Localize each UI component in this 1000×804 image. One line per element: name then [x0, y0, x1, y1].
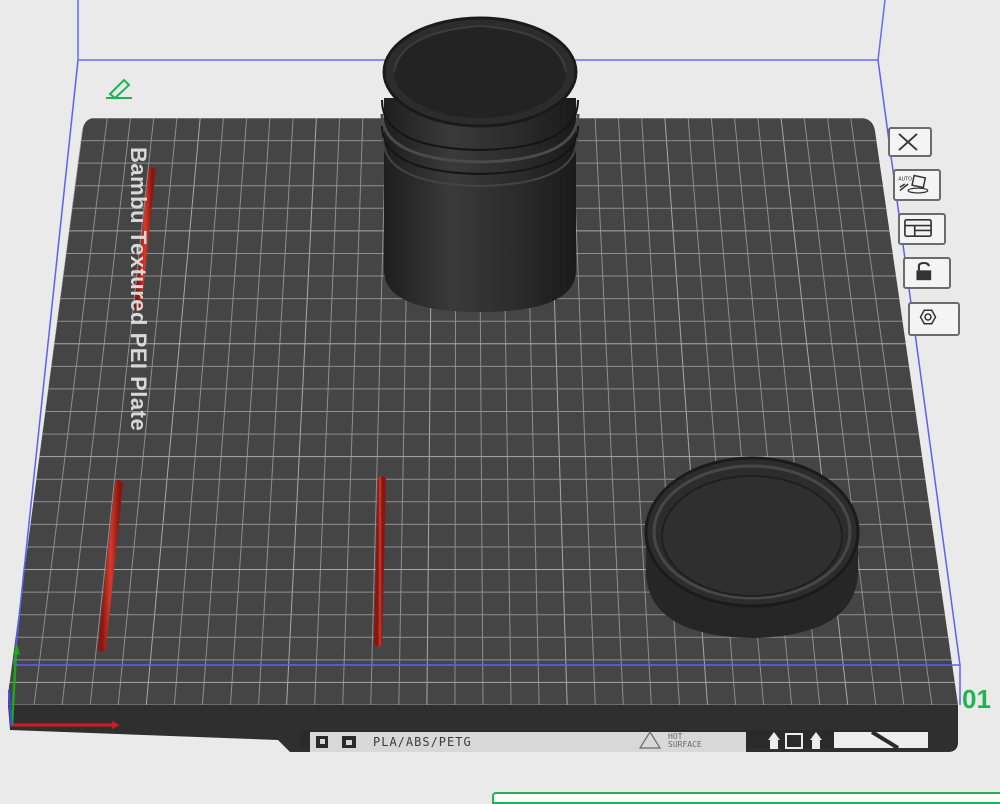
filament-type-text: PLA/ABS/PETG [373, 735, 472, 749]
auto-orient-icon: AUTO [898, 174, 929, 194]
edit-plate-name-icon[interactable] [106, 78, 132, 100]
arrange-icon [904, 219, 932, 237]
svg-text:AUTO: AUTO [898, 177, 912, 183]
surface-warning-text: SURFACE [668, 740, 702, 749]
gear-nut-icon [919, 309, 937, 325]
lock-plate-button[interactable] [903, 257, 951, 289]
auto-orient-button[interactable]: AUTO [893, 169, 941, 201]
arrange-button[interactable] [898, 213, 946, 245]
lid-object[interactable] [644, 456, 860, 638]
plate-type-label: Bambu Textured PEI Plate [126, 147, 151, 432]
bottom-panel [492, 792, 1000, 804]
jar-object[interactable] [380, 16, 580, 312]
lock-icon [916, 261, 932, 281]
plate-number: 01 [962, 684, 991, 714]
support-rod[interactable] [374, 476, 386, 647]
plate-settings-button[interactable] [908, 302, 960, 336]
close-icon [898, 133, 918, 151]
close-plate-button[interactable] [888, 127, 932, 157]
